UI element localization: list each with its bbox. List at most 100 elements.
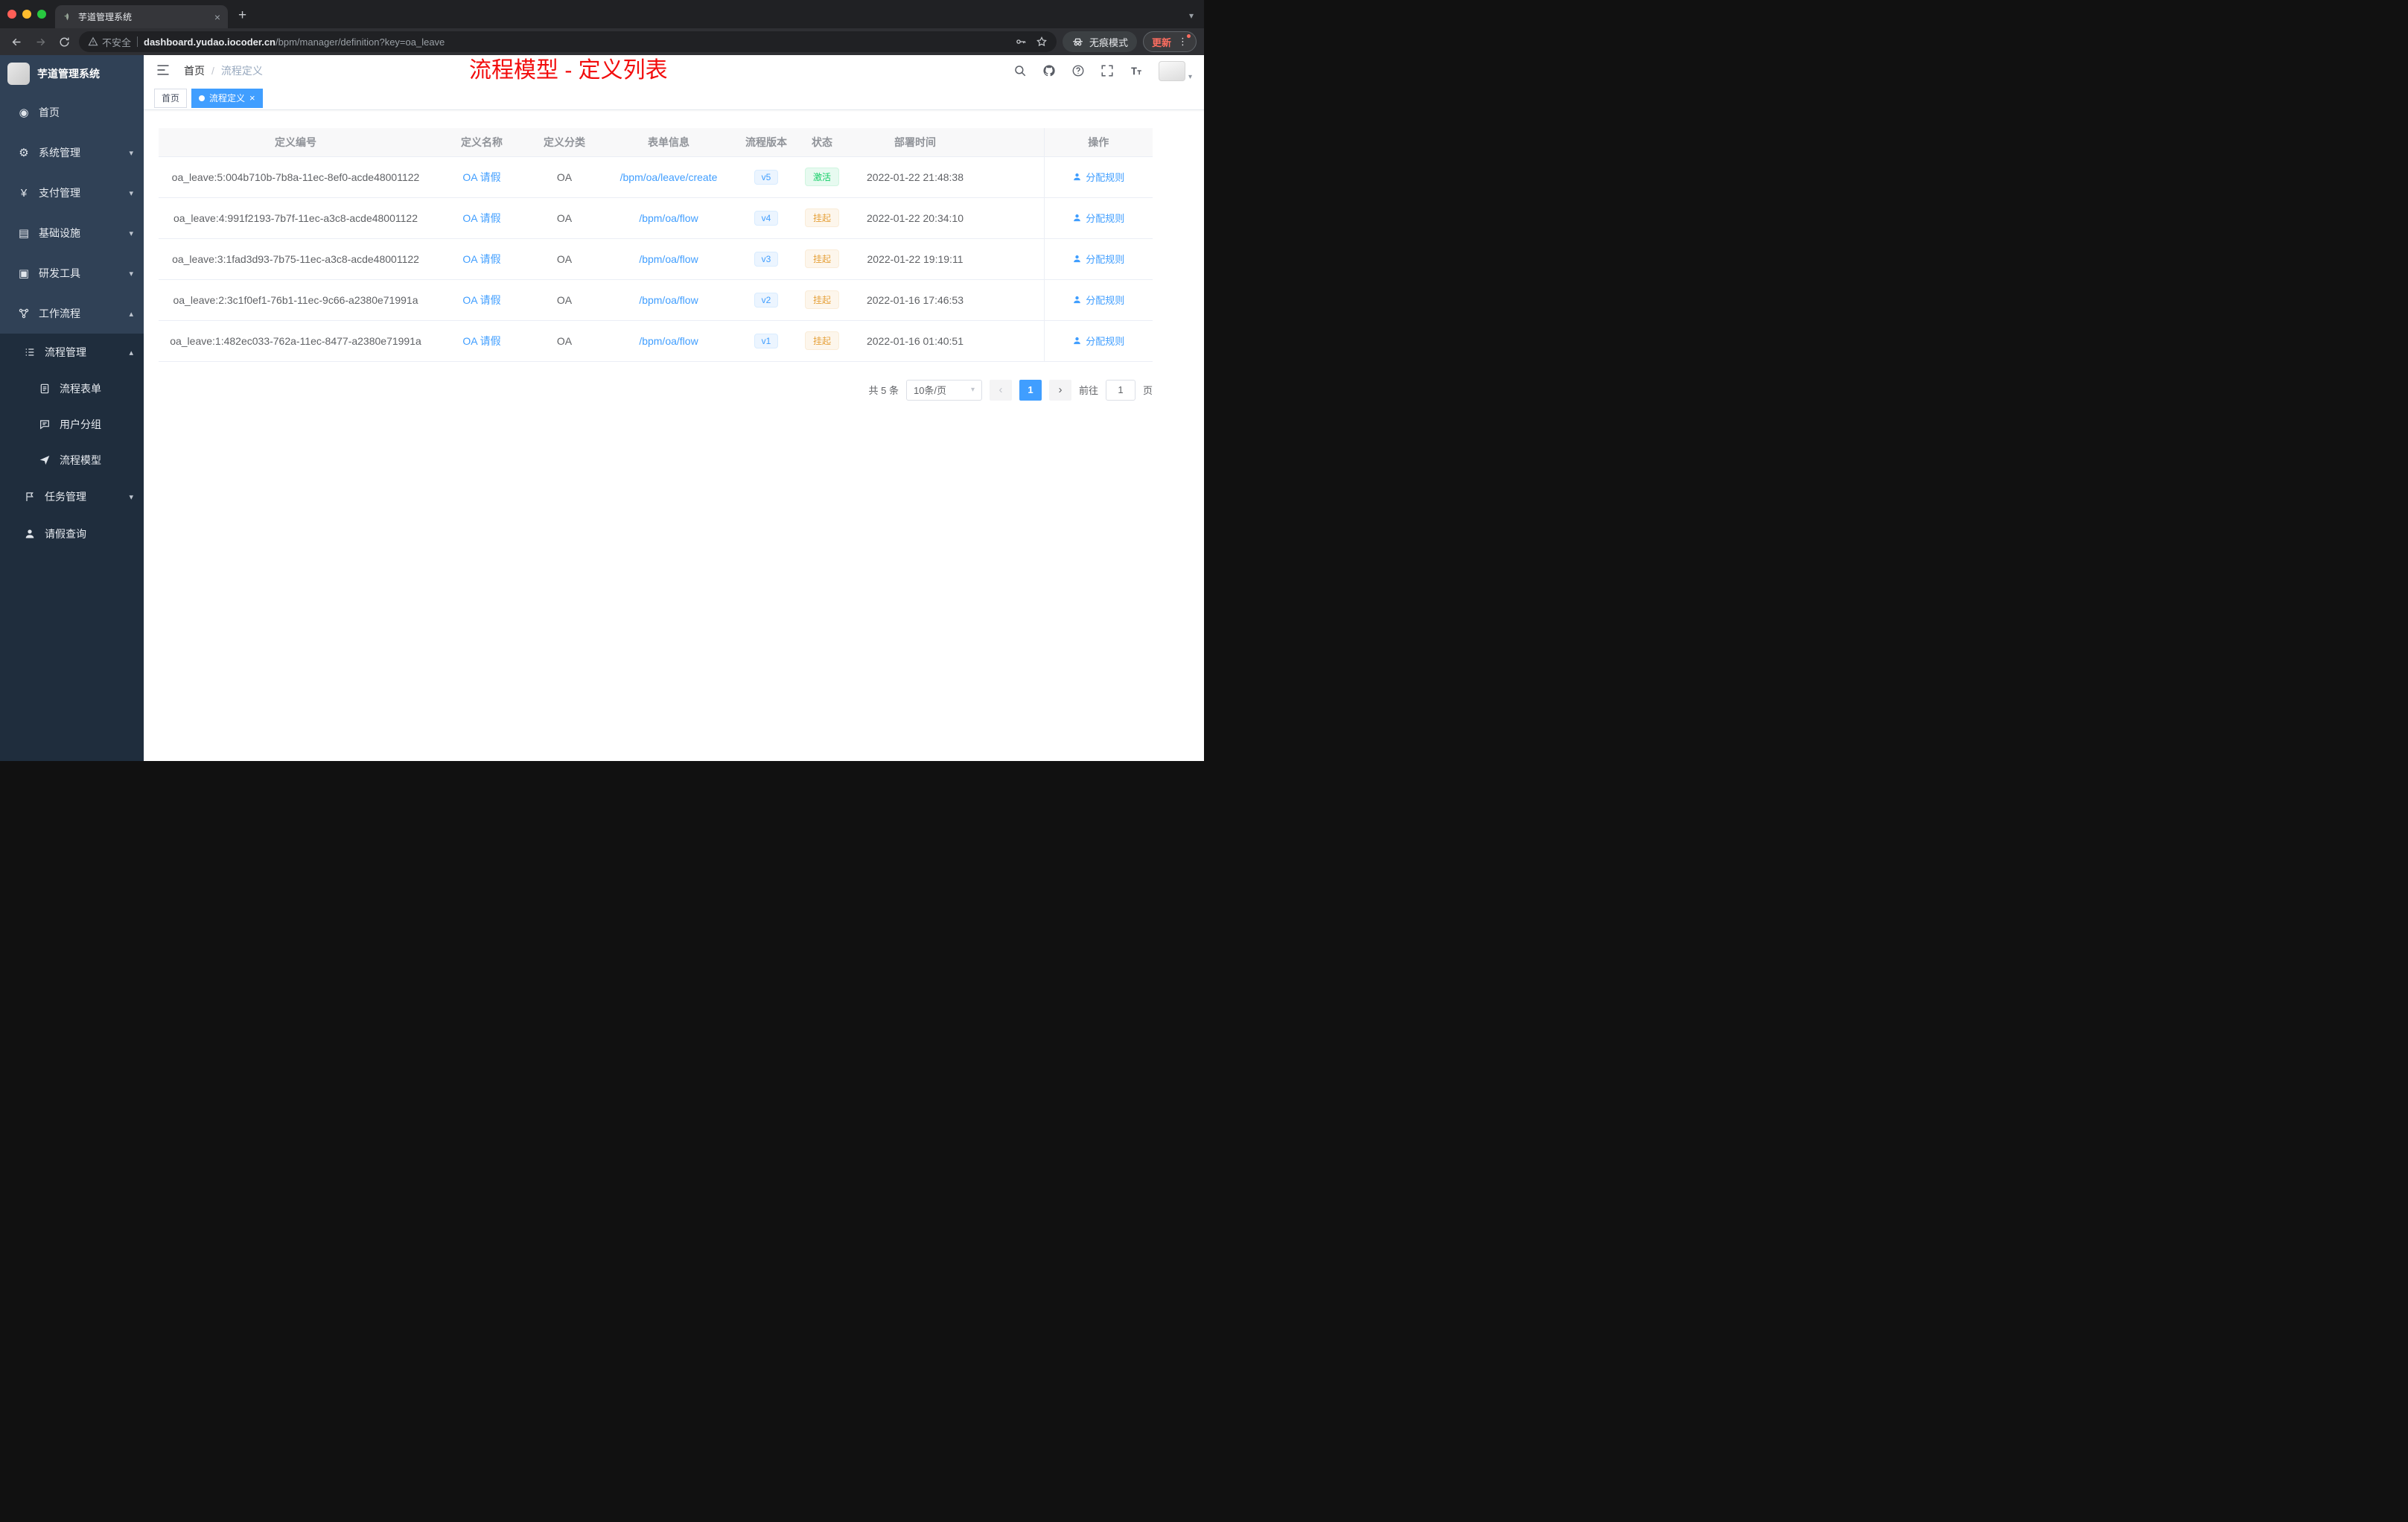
key-icon[interactable] [1015, 36, 1027, 48]
page-number-button[interactable]: 1 [1019, 379, 1042, 401]
route-tag-label: 首页 [162, 93, 180, 104]
assign-rule-link[interactable]: 分配规则 [1072, 170, 1124, 184]
user-menu[interactable]: ▾ [1158, 60, 1192, 81]
form-link[interactable]: /bpm/oa/flow [639, 335, 698, 347]
reload-button[interactable] [55, 33, 73, 51]
assign-rule-link[interactable]: 分配规则 [1072, 211, 1124, 225]
font-size-icon[interactable] [1130, 64, 1143, 77]
table-row: oa_leave:2:3c1f0ef1-76b1-11ec-9c66-a2380… [159, 279, 1153, 321]
star-icon[interactable] [1036, 36, 1048, 48]
status-badge: 挂起 [804, 208, 839, 227]
sidebar-item-process-management[interactable]: 流程管理 ▴ [0, 334, 144, 371]
prev-page-button[interactable]: ‹ [989, 379, 1012, 401]
column-header: 定义编号 [159, 128, 433, 157]
tab-search-chevron-icon[interactable]: ▾ [1189, 10, 1204, 28]
fullscreen-icon[interactable] [1101, 64, 1114, 77]
filler-cell [979, 156, 1044, 198]
route-tag-home[interactable]: 首页 [154, 88, 188, 108]
sidebar-item-task-management[interactable]: 任务管理 ▾ [0, 478, 144, 515]
deploy-time: 2022-01-22 19:19:11 [851, 238, 979, 280]
form-link[interactable]: /bpm/oa/flow [639, 294, 698, 306]
search-icon[interactable] [1013, 64, 1027, 77]
chevron-up-icon: ▴ [129, 348, 133, 357]
column-header: 流程版本 [739, 128, 793, 157]
sidebar-item-system[interactable]: ⚙ 系统管理 ▾ [0, 133, 144, 173]
assign-rule-link[interactable]: 分配规则 [1072, 334, 1124, 348]
column-header: 定义名称 [433, 128, 531, 157]
back-button[interactable] [7, 33, 25, 51]
definition-name-link[interactable]: OA 请假 [462, 335, 500, 347]
assign-rule-link[interactable]: 分配规则 [1072, 293, 1124, 307]
filler-cell [979, 238, 1044, 280]
chevron-down-icon: ▾ [129, 492, 133, 502]
close-icon[interactable]: × [214, 11, 220, 23]
sidebar-item-leave-query[interactable]: 请假查询 [0, 515, 144, 553]
sidebar-item-label: 支付管理 [39, 187, 80, 199]
sidebar-item-label: 请假查询 [45, 528, 86, 540]
route-tag-process-definition[interactable]: 流程定义 × [191, 88, 263, 108]
github-icon[interactable] [1042, 64, 1056, 77]
form-link[interactable]: /bpm/oa/flow [639, 253, 698, 265]
filler-cell [979, 320, 1044, 362]
sidebar-item-process-form[interactable]: 流程表单 [0, 371, 144, 407]
sidebar-item-process-model[interactable]: 流程模型 [0, 442, 144, 478]
table-row: oa_leave:4:991f2193-7b7f-11ec-a3c8-acde4… [159, 197, 1153, 239]
page-size-select[interactable]: 10条/页 ▾ [905, 379, 982, 401]
chevron-down-icon: ▾ [129, 148, 133, 158]
security-warning[interactable]: 不安全 [88, 35, 131, 49]
sidebar-item-payment[interactable]: ¥ 支付管理 ▾ [0, 173, 144, 213]
sidebar-item-devtools[interactable]: ▣ 研发工具 ▾ [0, 253, 144, 293]
deploy-time: 2022-01-16 17:46:53 [851, 279, 979, 321]
definition-id: oa_leave:4:991f2193-7b7f-11ec-a3c8-acde4… [159, 197, 433, 239]
sidebar-item-infrastructure[interactable]: ▤ 基础设施 ▾ [0, 213, 144, 253]
form-link[interactable]: /bpm/oa/flow [639, 212, 698, 224]
sidebar-item-workflow[interactable]: 工作流程 ▴ [0, 293, 144, 334]
chrome-update-button[interactable]: 更新 ⋮ [1142, 31, 1197, 52]
new-tab-button[interactable]: + [238, 7, 246, 24]
definition-name-link[interactable]: OA 请假 [462, 171, 500, 183]
forward-button[interactable] [31, 33, 49, 51]
close-icon[interactable]: × [249, 93, 255, 103]
chevron-down-icon: ▾ [1188, 72, 1192, 81]
status-badge: 挂起 [804, 290, 839, 309]
update-label: 更新 [1151, 36, 1171, 48]
hamburger-icon[interactable] [156, 63, 172, 79]
user-icon [1074, 214, 1081, 222]
filler-cell [979, 197, 1044, 239]
goto-page-input[interactable] [1105, 379, 1135, 401]
definition-name-link[interactable]: OA 请假 [462, 253, 500, 265]
breadcrumb-current: 流程定义 [220, 65, 263, 77]
tab-strip: 芋道管理系统 × + ▾ [0, 0, 1204, 28]
user-icon [1074, 255, 1081, 263]
goto-label: 前往 [1078, 385, 1098, 396]
sidebar-item-label: 用户分组 [60, 418, 101, 430]
dashboard-icon: ◉ [19, 106, 29, 119]
chevron-down-icon: ▾ [129, 269, 133, 278]
table-row: oa_leave:5:004b710b-7b8a-11ec-8ef0-acde4… [159, 156, 1153, 198]
definition-name-link[interactable]: OA 请假 [462, 212, 500, 224]
avatar[interactable] [1158, 60, 1185, 81]
form-link[interactable]: /bpm/oa/leave/create [620, 171, 718, 183]
definition-name-link[interactable]: OA 请假 [462, 294, 500, 306]
tools-icon: ▣ [18, 267, 30, 280]
help-icon[interactable] [1071, 64, 1085, 77]
sidebar-item-user-group[interactable]: 用户分组 [0, 407, 144, 442]
maximize-window-button[interactable] [37, 10, 46, 19]
document-icon [36, 383, 54, 395]
definition-category: OA [531, 279, 598, 321]
sidebar-item-label: 基础设施 [39, 227, 80, 239]
kebab-menu-icon[interactable]: ⋮ [1178, 34, 1191, 48]
address-bar[interactable]: 不安全 dashboard.yudao.iocoder.cn/bpm/manag… [79, 31, 1057, 52]
assign-rule-link[interactable]: 分配规则 [1072, 252, 1124, 266]
next-page-button[interactable]: › [1048, 379, 1071, 401]
browser-tab[interactable]: 芋道管理系统 × [55, 5, 228, 28]
gear-icon: ⚙ [19, 147, 29, 159]
close-window-button[interactable] [7, 10, 16, 19]
browser-window: 芋道管理系统 × + ▾ 不安全 dashboard.yudao.iocoder… [0, 0, 1204, 761]
column-header-filler [979, 128, 1044, 157]
sidebar-item-label: 首页 [39, 106, 60, 118]
breadcrumb-home[interactable]: 首页 [184, 63, 205, 78]
sidebar-item-home[interactable]: ◉ 首页 [0, 92, 144, 133]
minimize-window-button[interactable] [22, 10, 31, 19]
chat-bubble-icon [36, 418, 54, 430]
